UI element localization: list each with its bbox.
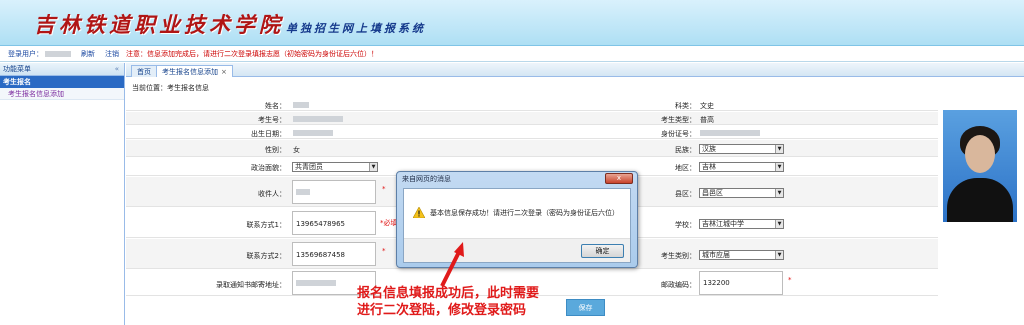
annotation-line-2: 进行二次登陆，修改登录密码 <box>357 303 527 318</box>
annotation-arrow <box>440 242 464 287</box>
header-banner: 吉林铁道职业技术学院 单独招生网上填报系统 <box>0 0 1024 46</box>
double-chevron-left-icon[interactable]: « <box>115 63 119 76</box>
category-select[interactable]: 城市应届 ▼ <box>699 250 784 260</box>
exam-no-label: 考生号： <box>258 116 286 124</box>
annotation-line-1: 报名信息填报成功后，此时需要 <box>357 286 540 301</box>
chevron-down-icon[interactable]: ▼ <box>775 145 783 153</box>
tab-bar: 首页 考生报名信息添加 × <box>126 63 1024 77</box>
birth-blurred <box>293 129 333 137</box>
tab-home[interactable]: 首页 <box>131 65 157 77</box>
name-label: 姓名： <box>265 102 286 110</box>
required-mark: * <box>382 185 386 193</box>
sidebar-item-add-info[interactable]: 考生报名信息添加 <box>0 88 124 100</box>
gender-label: 性别： <box>265 146 286 154</box>
address-label: 录取通知书邮寄地址： <box>216 281 286 289</box>
chevron-down-icon[interactable]: ▼ <box>775 220 783 228</box>
close-icon[interactable]: × <box>221 68 227 76</box>
warning-icon <box>413 207 425 218</box>
phone2-input[interactable]: 13569687458 <box>292 242 376 266</box>
close-button[interactable]: x <box>605 173 633 184</box>
close-icon[interactable]: x <box>617 174 621 182</box>
chevron-down-icon[interactable]: ▼ <box>775 163 783 171</box>
receiver-input[interactable] <box>292 180 376 204</box>
type-label: 考生类型： <box>661 116 696 124</box>
form-row: 出生日期： 身份证号： <box>126 126 938 139</box>
sidebar-title: 功能菜单 <box>3 65 31 73</box>
subject-value: 文史 <box>700 102 714 110</box>
user-name-blurred <box>45 51 71 57</box>
birth-label: 出生日期： <box>251 130 286 138</box>
politics-label: 政治面貌： <box>251 164 286 172</box>
chevron-down-icon[interactable]: ▼ <box>369 163 377 171</box>
phone1-input[interactable]: 13965478965 <box>292 211 376 235</box>
school-name: 吉林铁道职业技术学院 <box>34 12 284 37</box>
form-row: 姓名： 科类： 文史 <box>126 98 938 111</box>
required-mark: * <box>382 247 386 255</box>
form-row: 考生号： 考生类型： 普高 <box>126 112 938 125</box>
ok-button[interactable]: 确定 <box>581 244 624 258</box>
gender-value: 女 <box>293 146 300 154</box>
required-mark: * <box>788 276 792 284</box>
save-button[interactable]: 保存 <box>566 299 605 316</box>
refresh-link[interactable]: 刷新 <box>81 46 95 62</box>
logout-link[interactable]: 注销 <box>105 46 119 62</box>
candidate-photo <box>943 110 1017 222</box>
sidebar-header: 功能菜单 « <box>0 63 124 76</box>
chevron-down-icon[interactable]: ▼ <box>775 189 783 197</box>
politics-select[interactable]: 共青团员 ▼ <box>292 162 378 172</box>
dialog-title: 来自网页的消息 <box>402 175 451 183</box>
receiver-label: 收件人： <box>258 190 286 198</box>
breadcrumb: 当前位置：考生报名信息 <box>132 84 209 92</box>
name-value-blurred <box>293 101 309 109</box>
type-value: 普高 <box>700 116 714 124</box>
dialog-message: 基本信息保存成功！请进行二次登录（密码为身份证后六位） <box>430 209 619 217</box>
id-blurred <box>700 129 760 137</box>
ethnic-label: 民族： <box>675 146 696 154</box>
zip-label: 邮政编码： <box>661 281 696 289</box>
phone2-label: 联系方式2： <box>246 252 286 260</box>
subject-label: 科类： <box>675 102 696 110</box>
required-hint: *必填 <box>380 219 398 227</box>
top-bar: 登录用户： 刷新 注销 注意：信息添加完成后，请进行二次登录填报志愿（初始密码为… <box>0 46 1024 62</box>
sidebar-group-enroll[interactable]: 考生报名 <box>0 76 124 88</box>
exam-no-blurred <box>293 115 343 123</box>
notice-text: 注意：信息添加完成后，请进行二次登录填报志愿（初始密码为身份证后六位）！ <box>126 50 378 58</box>
system-name: 单独招生网上填报系统 <box>286 22 426 35</box>
school-select[interactable]: 吉林江城中学 ▼ <box>699 219 784 229</box>
phone1-label: 联系方式1： <box>246 221 286 229</box>
alert-dialog: 来自网页的消息 x 基本信息保存成功！请进行二次登录（密码为身份证后六位） 确定 <box>396 171 638 268</box>
form-row: 性别： 女 民族： 汉族 ▼ <box>126 140 938 157</box>
annotation-text: 报名信息填报成功后，此时需要 进行二次登陆，修改登录密码 <box>357 285 539 319</box>
zip-input[interactable]: 132200 <box>699 271 783 295</box>
current-user: 登录用户： <box>8 46 71 62</box>
county-select[interactable]: 昌邑区 ▼ <box>699 188 784 198</box>
id-label: 身份证号： <box>661 130 696 138</box>
chevron-down-icon[interactable]: ▼ <box>775 251 783 259</box>
ethnic-select[interactable]: 汉族 ▼ <box>699 144 784 154</box>
sidebar: 功能菜单 « 考生报名 考生报名信息添加 <box>0 63 125 325</box>
tab-add-info[interactable]: 考生报名信息添加 × <box>156 65 233 77</box>
region-select[interactable]: 吉林 ▼ <box>699 162 784 172</box>
